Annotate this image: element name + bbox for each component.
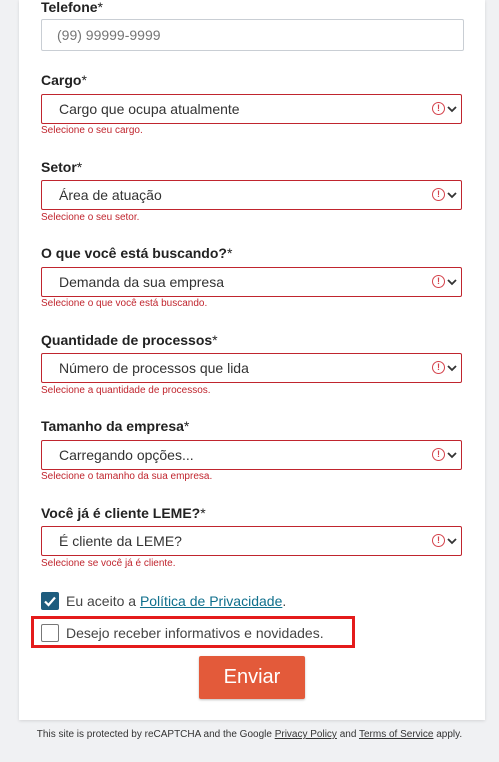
phone-input[interactable] bbox=[41, 19, 464, 51]
buscando-select-value: Demanda da sua empresa bbox=[59, 274, 224, 290]
tamanho-error: Selecione o tamanho da sua empresa. bbox=[41, 471, 213, 482]
error-icon: ! bbox=[432, 534, 445, 547]
cargo-error: Selecione o seu cargo. bbox=[41, 125, 143, 136]
tamanho-select-value: Carregando opções... bbox=[59, 447, 194, 463]
processos-label: Quantidade de processos* bbox=[41, 332, 218, 348]
cliente-error: Selecione se você já é cliente. bbox=[41, 558, 176, 569]
cliente-select[interactable]: É cliente da LEME? ! bbox=[41, 526, 462, 556]
processos-select-value: Número de processos que lida bbox=[59, 360, 249, 376]
error-icon: ! bbox=[432, 448, 445, 461]
buscando-select[interactable]: Demanda da sua empresa ! bbox=[41, 267, 462, 297]
chevron-down-icon bbox=[447, 192, 457, 199]
submit-button[interactable]: Enviar bbox=[199, 656, 305, 699]
setor-label: Setor* bbox=[41, 159, 83, 175]
setor-select-value: Área de atuação bbox=[59, 187, 162, 203]
recaptcha-notice: This site is protected by reCAPTCHA and … bbox=[36, 729, 463, 740]
chevron-down-icon bbox=[447, 279, 457, 286]
chevron-down-icon bbox=[447, 538, 457, 545]
cargo-select[interactable]: Cargo que ocupa atualmente ! bbox=[41, 94, 462, 124]
cargo-label: Cargo* bbox=[41, 72, 87, 88]
buscando-error: Selecione o que você está buscando. bbox=[41, 298, 208, 309]
cliente-label: Você já é cliente LEME?* bbox=[41, 505, 206, 521]
privacy-checkbox[interactable] bbox=[41, 592, 59, 610]
buscando-label: O que você está buscando?* bbox=[41, 245, 233, 261]
tamanho-select[interactable]: Carregando opções... ! bbox=[41, 440, 462, 470]
privacy-policy-link[interactable]: Política de Privacidade bbox=[140, 593, 282, 609]
check-icon bbox=[44, 596, 56, 607]
phone-label: Telefone* bbox=[41, 0, 103, 15]
newsletter-checkbox[interactable] bbox=[41, 624, 59, 642]
setor-select[interactable]: Área de atuação ! bbox=[41, 180, 462, 210]
error-icon: ! bbox=[432, 188, 445, 201]
google-privacy-link[interactable]: Privacy Policy bbox=[275, 729, 337, 740]
privacy-consent-text: Eu aceito a Política de Privacidade. bbox=[66, 593, 287, 609]
processos-error: Selecione a quantidade de processos. bbox=[41, 385, 211, 396]
chevron-down-icon bbox=[447, 365, 457, 372]
error-icon: ! bbox=[432, 275, 445, 288]
error-icon: ! bbox=[432, 102, 445, 115]
tamanho-label: Tamanho da empresa* bbox=[41, 418, 190, 434]
chevron-down-icon bbox=[447, 452, 457, 459]
cliente-select-value: É cliente da LEME? bbox=[59, 533, 182, 549]
google-terms-link[interactable]: Terms of Service bbox=[359, 729, 433, 740]
processos-select[interactable]: Número de processos que lida ! bbox=[41, 353, 462, 383]
chevron-down-icon bbox=[447, 106, 457, 113]
error-icon: ! bbox=[432, 361, 445, 374]
setor-error: Selecione o seu setor. bbox=[41, 212, 140, 223]
newsletter-label: Desejo receber informativos e novidades. bbox=[66, 625, 324, 641]
cargo-select-value: Cargo que ocupa atualmente bbox=[59, 101, 240, 117]
